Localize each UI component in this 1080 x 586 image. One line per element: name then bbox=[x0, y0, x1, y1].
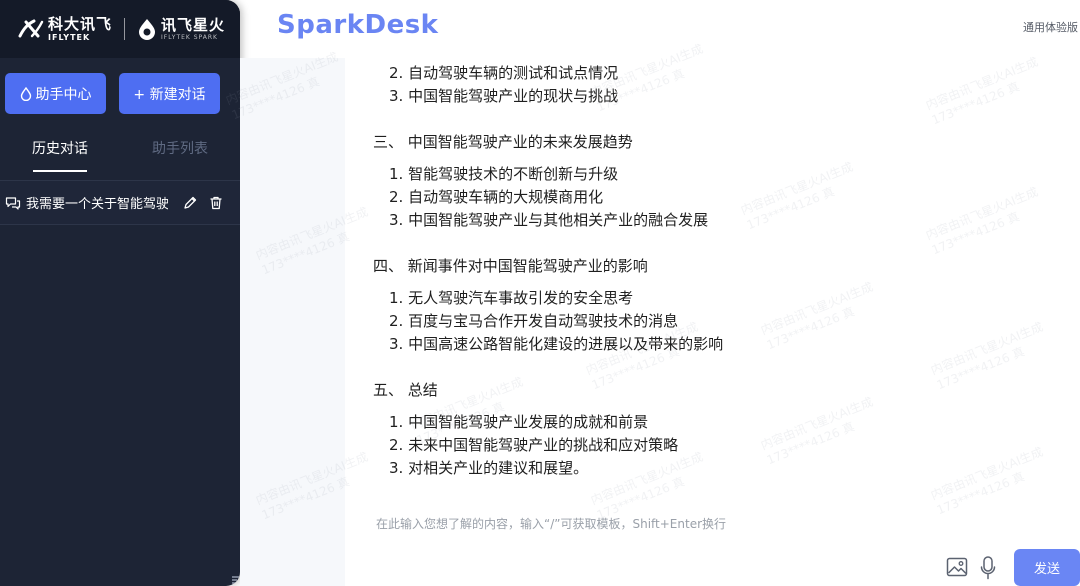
sidebar-brand-bar: 科大讯飞 IFLYTEK 讯飞星火 IFLYTEK SPARK bbox=[0, 0, 240, 58]
answer-section-title: 五、 总结 bbox=[373, 381, 438, 399]
brand-divider bbox=[124, 18, 126, 40]
iflytek-logo-icon bbox=[18, 19, 44, 38]
answer-section-title: 三、 中国智能驾驶产业的未来发展趋势 bbox=[373, 133, 633, 151]
answer-list-item: 3. 对相关产业的建议和展望。 bbox=[389, 459, 589, 477]
send-button[interactable]: 发送 bbox=[1014, 549, 1080, 586]
microphone-icon[interactable] bbox=[980, 556, 996, 580]
answer-list-item: 1. 中国智能驾驶产业发展的成就和前景 bbox=[389, 413, 649, 431]
delete-trash-icon[interactable] bbox=[208, 195, 224, 211]
sidebar: 科大讯飞 IFLYTEK 讯飞星火 IFLYTEK SPARK 助手中心 + 新… bbox=[0, 0, 240, 586]
brand-company-en: IFLYTEK bbox=[48, 32, 91, 42]
answer-list-item: 2. 自动驾驶车辆的大规模商用化 bbox=[389, 188, 604, 206]
spark-flame-icon bbox=[139, 19, 156, 40]
new-chat-button[interactable]: + 新建对话 bbox=[119, 73, 220, 114]
assistant-center-button[interactable]: 助手中心 bbox=[5, 73, 106, 114]
brand-logo[interactable]: 科大讯飞 IFLYTEK 讯飞星火 IFLYTEK SPARK bbox=[18, 14, 226, 42]
answer-list-item: 1. 无人驾驶汽车事故引发的安全思考 bbox=[389, 289, 634, 307]
answer-list-item: 2. 未来中国智能驾驶产业的挑战和应对策略 bbox=[389, 436, 679, 454]
chat-gutter bbox=[240, 58, 345, 586]
droplet-icon bbox=[20, 86, 32, 101]
version-label: 通用体验版 bbox=[1023, 21, 1078, 34]
image-upload-icon[interactable] bbox=[946, 556, 968, 578]
edit-pencil-icon[interactable] bbox=[182, 195, 198, 211]
answer-list-item: 1. 智能驾驶技术的不断创新与升级 bbox=[389, 165, 619, 183]
tab-assistants[interactable]: 助手列表 bbox=[120, 138, 240, 172]
sidebar-collapse-icon[interactable] bbox=[231, 574, 240, 586]
brand-product-en: IFLYTEK SPARK bbox=[161, 33, 218, 41]
brand-company-cn: 科大讯飞 bbox=[48, 14, 113, 33]
conversation-tools bbox=[182, 195, 224, 211]
sidebar-tabs: 历史对话 助手列表 bbox=[0, 138, 240, 172]
assistant-center-label: 助手中心 bbox=[35, 86, 92, 103]
chat-bubble-icon bbox=[5, 196, 21, 210]
answer-section-title: 四、 新闻事件对中国智能驾驶产业的影响 bbox=[373, 257, 648, 275]
sparkdesk-logo[interactable]: SparkDesk bbox=[277, 10, 438, 40]
answer-list-item: 3. 中国智能驾驶产业与其他相关产业的融合发展 bbox=[389, 211, 709, 229]
conversation-item[interactable]: 我需要一个关于智能驾驶 bbox=[0, 181, 240, 225]
conversation-title: 我需要一个关于智能驾驶 bbox=[26, 197, 168, 212]
answer-list-item: 2. 百度与宝马合作开发自动驾驶技术的消息 bbox=[389, 312, 679, 330]
answer-list-item: 3. 中国智能驾驶产业的现状与挑战 bbox=[389, 87, 619, 105]
tab-history[interactable]: 历史对话 bbox=[0, 138, 120, 172]
new-chat-label: + 新建对话 bbox=[133, 86, 206, 103]
answer-list-item: 3. 中国高速公路智能化建设的进展以及带来的影响 bbox=[389, 335, 724, 353]
brand-product-cn: 讯飞星火 bbox=[161, 15, 226, 34]
sidebar-actions: 助手中心 + 新建对话 bbox=[0, 58, 240, 114]
prompt-input[interactable] bbox=[376, 510, 936, 538]
answer-list-item: 2. 自动驾驶车辆的测试和试点情况 bbox=[389, 64, 619, 82]
